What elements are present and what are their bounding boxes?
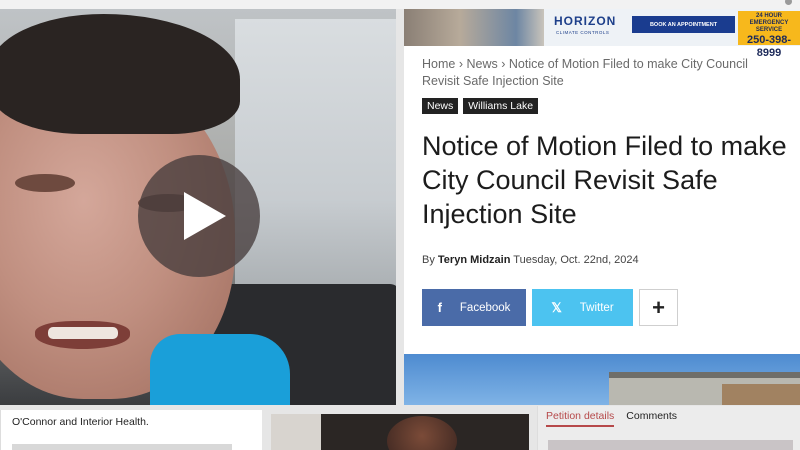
hero-roof: [609, 372, 800, 378]
breadcrumb-separator: ›: [458, 57, 463, 71]
tag-news[interactable]: News: [422, 98, 459, 114]
top-strip: [0, 0, 800, 9]
ad-logo-subtitle: CLIMATE CONTROLS: [556, 30, 610, 35]
video-player[interactable]: [0, 9, 396, 405]
speaker-shirt: [150, 334, 290, 405]
hero-image: [404, 354, 800, 405]
article-body-snippet: O'Connor and Interior Health.: [0, 410, 262, 450]
cut-off-text: [12, 444, 232, 450]
tab-comments[interactable]: Comments: [626, 410, 677, 422]
category-tags: News Williams Lake: [422, 98, 539, 114]
emergency-label: 24 HOUR EMERGENCY SERVICE: [749, 13, 789, 33]
background-window: [235, 19, 396, 319]
tab-underline: [546, 425, 614, 427]
book-appointment-button[interactable]: BOOK AN APPOINTMENT: [632, 16, 735, 33]
facebook-icon: f: [437, 300, 442, 315]
publish-date: Tuesday, Oct. 22nd, 2024: [513, 254, 639, 266]
ad-photo: [404, 9, 544, 46]
breadcrumb-home[interactable]: Home: [422, 57, 455, 71]
tag-williams-lake[interactable]: Williams Lake: [463, 98, 539, 114]
ad-logo: HORIZON: [554, 14, 617, 28]
share-twitter-label: Twitter: [579, 301, 614, 314]
hero-wall: [722, 384, 800, 405]
page: HORIZON CLIMATE CONTROLS BOOK AN APPOINT…: [0, 0, 800, 450]
byline: By Teryn Midzain Tuesday, Oct. 22nd, 202…: [422, 254, 639, 266]
share-twitter-button[interactable]: 𝕏 Twitter: [532, 289, 633, 326]
tab-petition-details[interactable]: Petition details: [546, 410, 614, 422]
article-title: Notice of Motion Filed to make City Coun…: [422, 131, 787, 229]
breadcrumb: Home › News › Notice of Motion Filed to …: [422, 56, 782, 90]
play-icon[interactable]: [138, 155, 260, 277]
share-facebook-button[interactable]: f Facebook: [422, 289, 526, 326]
petition-image: [548, 440, 793, 450]
byline-prefix: By: [422, 254, 435, 266]
speaker-teeth: [48, 327, 118, 339]
body-text: O'Connor and Interior Health.: [12, 416, 149, 428]
breadcrumb-separator: ›: [501, 57, 506, 71]
petition-tabs: Petition details Comments: [546, 410, 677, 422]
related-image-subject: [387, 416, 457, 450]
article-panel: HORIZON CLIMATE CONTROLS BOOK AN APPOINT…: [404, 9, 800, 405]
speaker-hair: [0, 14, 240, 134]
petition-panel: Petition details Comments: [537, 406, 800, 450]
related-image-wall: [271, 414, 321, 450]
author-name[interactable]: Teryn Midzain: [438, 254, 511, 266]
breadcrumb-news[interactable]: News: [466, 57, 497, 71]
related-image[interactable]: [271, 414, 529, 450]
share-more-button[interactable]: +: [639, 289, 678, 326]
speaker-eye-left: [15, 174, 75, 192]
share-facebook-label: Facebook: [459, 301, 511, 314]
twitter-x-icon: 𝕏: [551, 299, 562, 315]
status-dot: [785, 0, 792, 5]
banner-ad[interactable]: HORIZON CLIMATE CONTROLS BOOK AN APPOINT…: [404, 9, 800, 59]
emergency-badge: 24 HOUR EMERGENCY SERVICE 250-398-8999: [738, 11, 800, 59]
